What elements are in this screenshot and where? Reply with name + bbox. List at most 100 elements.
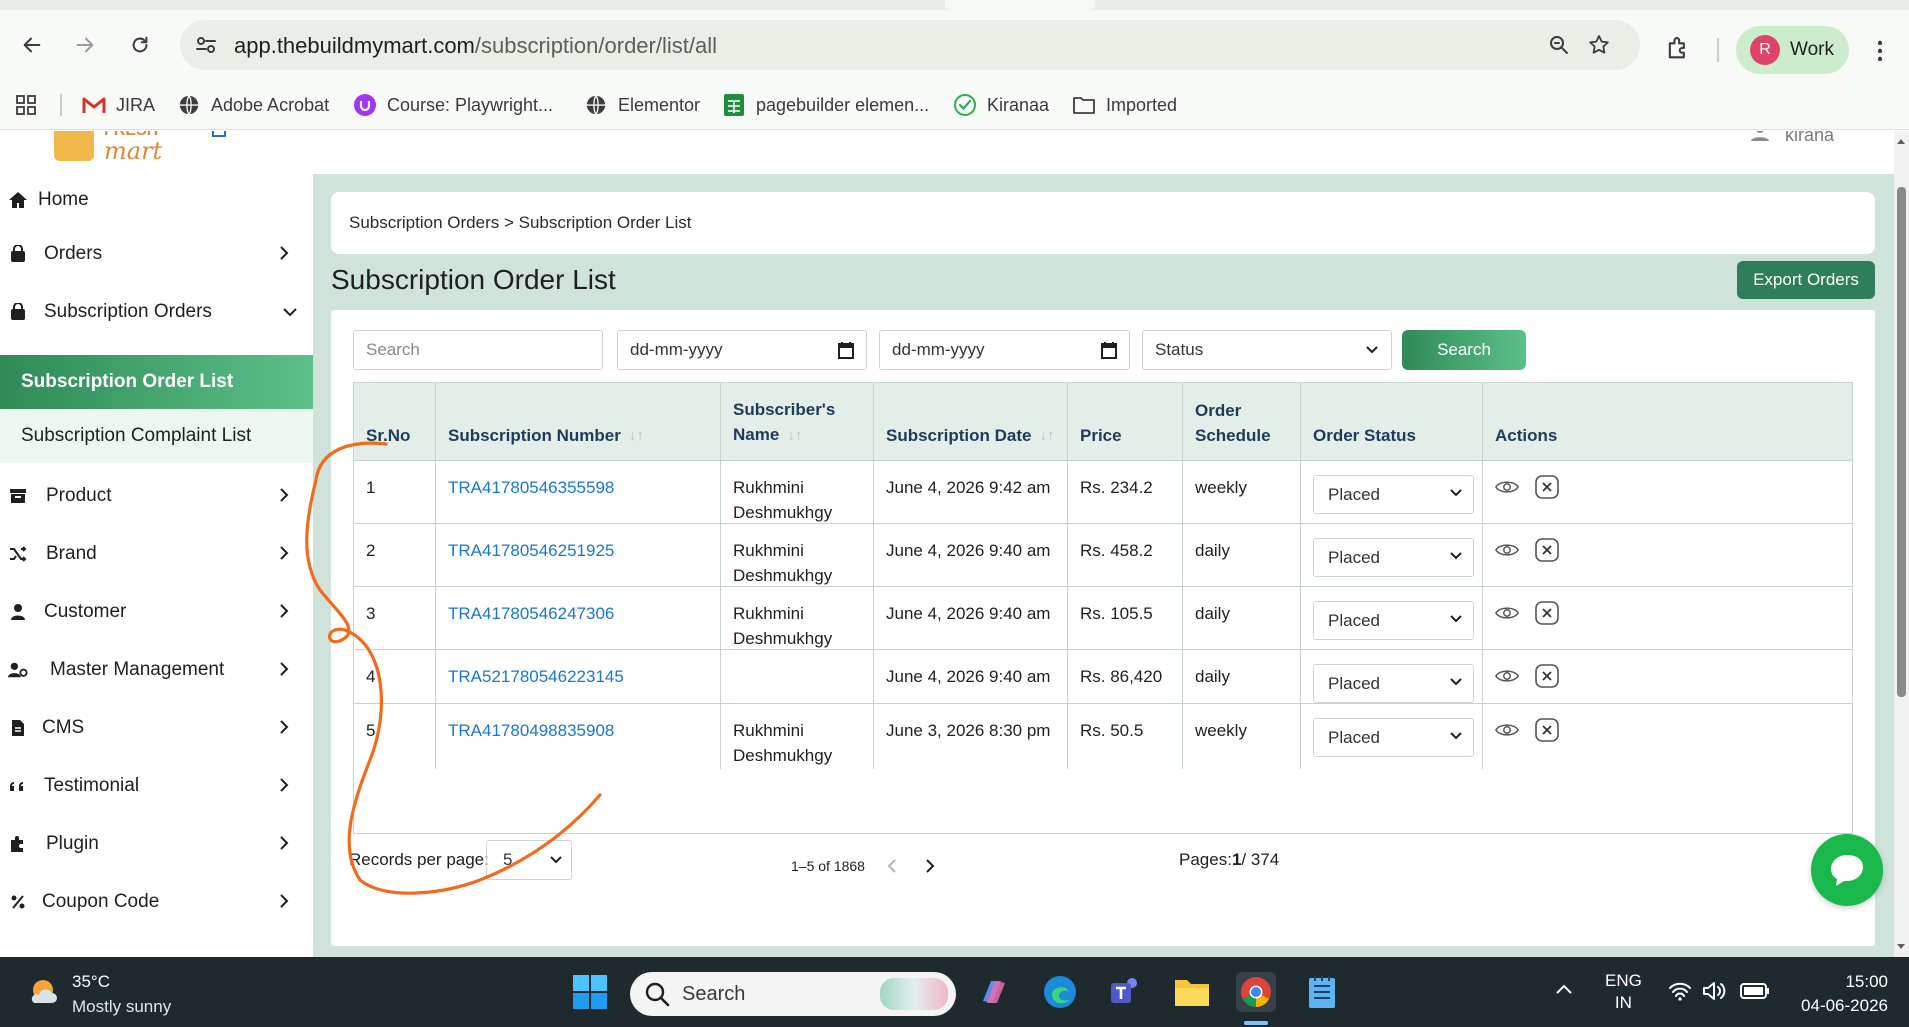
page-scrollbar[interactable] bbox=[1894, 131, 1909, 957]
breadcrumb-text[interactable]: Subscription Orders > Subscription Order… bbox=[349, 213, 692, 233]
sort-icon[interactable]: ↓↑ bbox=[1039, 423, 1054, 448]
back-button[interactable] bbox=[14, 27, 50, 63]
view-icon[interactable] bbox=[1495, 718, 1519, 742]
header-user[interactable]: kirana bbox=[1750, 131, 1834, 146]
search-input[interactable]: Search bbox=[353, 330, 603, 370]
forward-button[interactable] bbox=[67, 27, 103, 63]
taskbar-search[interactable]: Search bbox=[630, 972, 956, 1016]
apps-grid-icon[interactable] bbox=[14, 90, 38, 120]
sidebar-item-testimonial[interactable]: Testimonial bbox=[0, 757, 313, 815]
col-subscription-date[interactable]: Subscription Date ↓↑ bbox=[874, 383, 1068, 460]
export-orders-button[interactable]: Export Orders bbox=[1737, 261, 1875, 299]
sidebar-item-home[interactable]: Home bbox=[0, 171, 313, 229]
sidebar-item-brand[interactable]: Brand bbox=[0, 525, 313, 583]
active-tab[interactable] bbox=[945, 0, 1095, 10]
subscription-number-link[interactable]: TRA521780546223145 bbox=[448, 667, 624, 686]
calendar-icon[interactable] bbox=[838, 341, 854, 359]
scroll-up-icon[interactable] bbox=[1896, 137, 1906, 145]
file-explorer-icon[interactable] bbox=[1172, 972, 1212, 1012]
bookmark-imported[interactable]: Imported bbox=[1072, 90, 1177, 120]
cancel-icon[interactable] bbox=[1535, 718, 1559, 742]
subscription-number-link[interactable]: TRA41780546355598 bbox=[448, 478, 614, 497]
bookmark-adobe-acrobat[interactable]: Adobe Acrobat bbox=[177, 90, 329, 120]
sidebar-item-master-management[interactable]: Master Management bbox=[0, 641, 313, 699]
copilot-icon[interactable] bbox=[974, 972, 1014, 1012]
view-icon[interactable] bbox=[1495, 601, 1519, 625]
previous-page-icon[interactable] bbox=[887, 858, 897, 874]
order-status-select[interactable]: Placed bbox=[1313, 475, 1474, 514]
weather-temperature[interactable]: 35°C bbox=[72, 972, 110, 992]
col-subscription-number[interactable]: Subscription Number ↓↑ bbox=[436, 383, 721, 460]
sidebar-subitem-subscription-complaint-list[interactable]: Subscription Complaint List bbox=[0, 409, 313, 463]
wifi-icon[interactable] bbox=[1668, 981, 1692, 1001]
bookmark-elementor[interactable]: Elementor bbox=[584, 90, 700, 120]
sidebar-subitem-subscription-order-list[interactable]: Subscription Order List bbox=[0, 355, 313, 409]
bookmark-course-playwright[interactable]: Course: Playwright... bbox=[353, 90, 553, 120]
notepad-icon[interactable] bbox=[1302, 972, 1342, 1012]
cancel-icon[interactable] bbox=[1535, 601, 1559, 625]
col-actions: Actions bbox=[1483, 383, 1852, 460]
sort-icon[interactable]: ↓↑ bbox=[787, 427, 802, 444]
cancel-icon[interactable] bbox=[1535, 664, 1559, 688]
sidebar-item-plugin[interactable]: Plugin bbox=[0, 815, 313, 873]
col-subscriber-name[interactable]: Subscriber's Name ↓↑ bbox=[721, 383, 874, 460]
zoom-icon[interactable] bbox=[1546, 32, 1572, 58]
order-status-select[interactable]: Placed bbox=[1313, 718, 1474, 757]
order-status-select[interactable]: Placed bbox=[1313, 664, 1474, 703]
sidebar-item-coupon-code[interactable]: Coupon Code bbox=[0, 873, 313, 931]
cancel-icon[interactable] bbox=[1535, 475, 1559, 499]
reload-button[interactable] bbox=[122, 27, 158, 63]
volume-icon[interactable] bbox=[1702, 981, 1726, 1001]
address-bar[interactable]: app.thebuildmymart.com/subscription/orde… bbox=[180, 20, 1640, 70]
cell-subscription-date: June 4, 2026 9:40 am bbox=[874, 650, 1068, 703]
sidebar-item-product[interactable]: Product bbox=[0, 467, 313, 525]
date-from-input[interactable]: dd-mm-yyyy bbox=[617, 330, 867, 370]
check-circle-icon bbox=[953, 93, 977, 117]
view-icon[interactable] bbox=[1495, 664, 1519, 688]
bookmark-star-icon[interactable] bbox=[1586, 32, 1612, 58]
chrome-icon[interactable] bbox=[1236, 972, 1276, 1012]
scroll-down-icon[interactable] bbox=[1896, 943, 1906, 951]
order-status-select[interactable]: Placed bbox=[1313, 601, 1474, 640]
battery-icon[interactable] bbox=[1740, 983, 1770, 999]
teams-icon[interactable] bbox=[1106, 972, 1146, 1012]
chevron-up-icon[interactable] bbox=[1555, 983, 1573, 995]
language-indicator[interactable]: ENG IN bbox=[1605, 970, 1642, 1014]
records-per-page-value: 5 bbox=[503, 850, 513, 869]
col-header-line: Name bbox=[733, 425, 780, 444]
bookmark-kiranaa[interactable]: Kiranaa bbox=[953, 90, 1049, 120]
edge-icon[interactable] bbox=[1040, 972, 1080, 1012]
weather-description[interactable]: Mostly sunny bbox=[72, 997, 171, 1017]
bookmark-pagebuilder[interactable]: pagebuilder elemen... bbox=[722, 90, 929, 120]
status-filter-select[interactable]: Status bbox=[1142, 330, 1392, 370]
cancel-icon[interactable] bbox=[1535, 538, 1559, 562]
weather-sun-cloud-icon[interactable] bbox=[26, 975, 60, 1009]
subscription-number-link[interactable]: TRA41780546247306 bbox=[448, 604, 614, 623]
sidebar-item-cms[interactable]: CMS bbox=[0, 699, 313, 757]
sidebar-item-subscription-orders[interactable]: Subscription Orders bbox=[0, 283, 313, 341]
search-button[interactable]: Search bbox=[1402, 330, 1526, 370]
browser-toolbar: app.thebuildmymart.com/subscription/orde… bbox=[0, 10, 1909, 80]
menu-toggle-icon[interactable] bbox=[212, 131, 226, 137]
date-to-input[interactable]: dd-mm-yyyy bbox=[879, 330, 1130, 370]
sidebar-item-orders[interactable]: Orders bbox=[0, 225, 313, 283]
next-page-icon[interactable] bbox=[925, 858, 935, 874]
profile-button[interactable]: R Work bbox=[1736, 26, 1849, 74]
extensions-icon[interactable] bbox=[1664, 34, 1692, 67]
order-status-select[interactable]: Placed bbox=[1313, 538, 1474, 577]
sidebar-item-customer[interactable]: Customer bbox=[0, 583, 313, 641]
system-clock[interactable]: 15:00 04-06-2026 bbox=[1792, 970, 1888, 1018]
records-per-page-select[interactable]: 5 bbox=[486, 840, 572, 880]
subscription-number-link[interactable]: TRA41780546251925 bbox=[448, 541, 614, 560]
subscription-number-link[interactable]: TRA41780498835908 bbox=[448, 721, 614, 740]
site-settings-icon[interactable] bbox=[194, 33, 218, 62]
calendar-icon[interactable] bbox=[1101, 341, 1117, 359]
sort-icon[interactable]: ↓↑ bbox=[629, 423, 644, 448]
more-menu-icon[interactable] bbox=[1876, 40, 1884, 67]
start-menu-icon[interactable] bbox=[570, 972, 610, 1012]
bookmark-jira[interactable]: JIRA bbox=[82, 90, 155, 120]
view-icon[interactable] bbox=[1495, 538, 1519, 562]
scrollbar-thumb[interactable] bbox=[1897, 187, 1906, 697]
chat-button[interactable] bbox=[1811, 834, 1883, 906]
view-icon[interactable] bbox=[1495, 475, 1519, 499]
